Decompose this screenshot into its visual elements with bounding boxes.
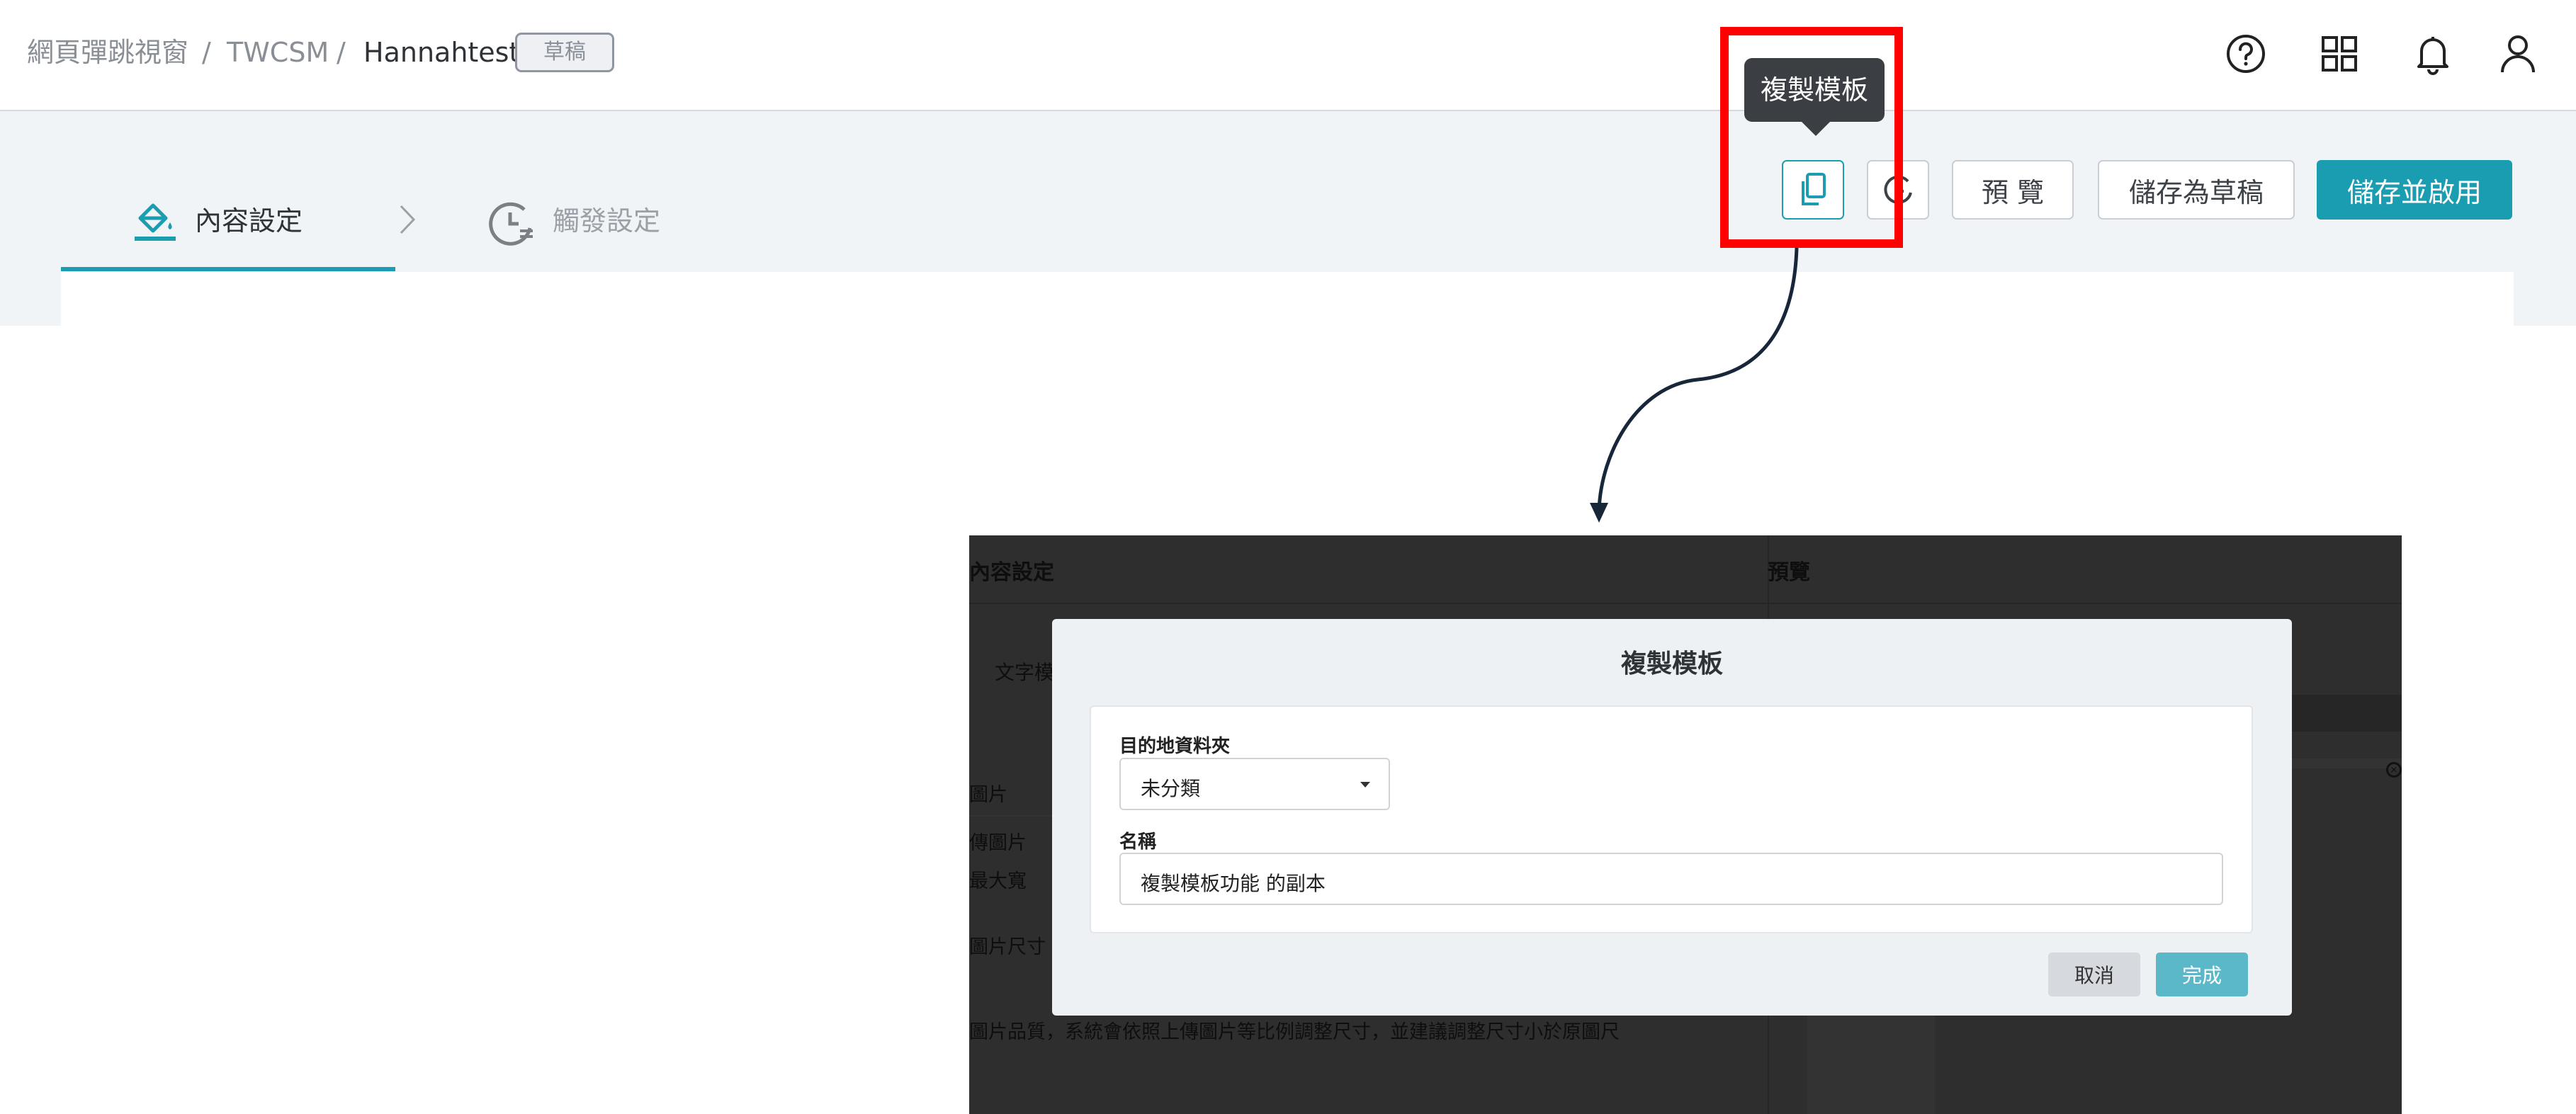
bg-image-label: 圖片 — [969, 784, 1007, 806]
chevron-right-icon — [397, 202, 418, 237]
annotation-arrow — [1590, 247, 1799, 523]
user-icon[interactable] — [2491, 27, 2545, 81]
active-step-indicator — [61, 267, 395, 271]
apps-grid-icon[interactable] — [2312, 27, 2366, 81]
preview-button[interactable]: 預 覽 — [1952, 160, 2074, 220]
breadcrumb-item-popup[interactable]: 網頁彈跳視窗 — [27, 34, 188, 71]
close-icon: × — [2386, 762, 2402, 778]
breadcrumb-item-current: Hannahtest — [363, 37, 520, 68]
bg-section-preview: 預覽 — [1768, 560, 1810, 585]
save-and-enable-button[interactable]: 儲存並啟用 — [2317, 160, 2512, 220]
bg-max-width: 最大寬 — [969, 870, 1027, 892]
help-icon[interactable] — [2219, 27, 2273, 81]
bg-image-size: 圖片尺寸 — [969, 936, 1046, 958]
breadcrumb-separator: / — [337, 37, 346, 68]
status-badge: 草稿 — [515, 33, 614, 72]
folder-label: 目的地資料夾 — [1119, 736, 1231, 757]
caret-down-icon — [1360, 782, 1370, 788]
bell-icon[interactable] — [2406, 27, 2460, 81]
bg-text-template: 文字模 — [995, 661, 1055, 684]
cancel-button[interactable]: 取消 — [2048, 953, 2140, 996]
bg-quality-note: 圖片品質，系統會依照上傳圖片等比例調整尺寸，並建議調整尺寸小於原圖尺 — [969, 1021, 1620, 1043]
folder-select[interactable]: 未分類 — [1119, 758, 1390, 810]
bg-section-content: 內容設定 — [969, 560, 1054, 585]
breadcrumb-separator: / — [202, 37, 211, 68]
highlight-box — [1720, 27, 1903, 248]
clock-trigger-icon — [489, 200, 536, 246]
folder-select-value: 未分類 — [1141, 777, 1201, 800]
template-name-value: 複製模板功能 的副本 — [1141, 872, 1326, 895]
step-trigger-settings[interactable]: 觸發設定 — [553, 203, 660, 239]
save-draft-button[interactable]: 儲存為草稿 — [2098, 160, 2295, 220]
name-label: 名稱 — [1119, 831, 1157, 853]
done-button[interactable]: 完成 — [2156, 953, 2248, 996]
content-card — [61, 272, 2514, 329]
breadcrumb-item-twcsm[interactable]: TWCSM — [227, 34, 329, 71]
modal-title: 複製模板 — [1620, 649, 1723, 678]
paint-bucket-icon — [132, 197, 179, 244]
step-content-settings[interactable]: 內容設定 — [195, 203, 303, 239]
template-name-input[interactable]: 複製模板功能 的副本 — [1119, 853, 2223, 905]
bg-upload-image: 傳圖片 — [969, 832, 1027, 854]
